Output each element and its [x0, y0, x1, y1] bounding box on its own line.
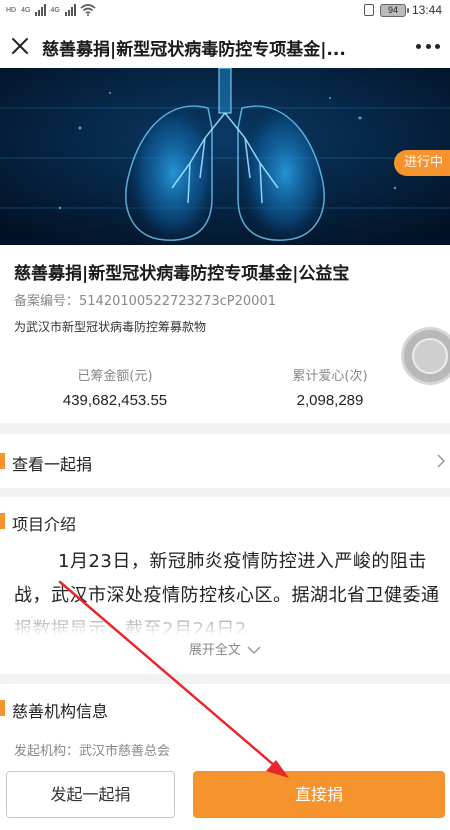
close-icon[interactable]	[10, 36, 30, 56]
registration-number: 备案编号：51420100522723273cP20001	[14, 290, 276, 309]
project-description: 为武汉市新型冠状病毒防控筹募款物	[14, 320, 207, 334]
signal-icon	[35, 4, 47, 16]
battery-icon: 94	[379, 3, 409, 17]
section-accent-bar	[0, 700, 5, 716]
network-type-1: 4G	[21, 6, 31, 14]
view-together-donate-row[interactable]: 查看一起捐	[0, 434, 450, 488]
charity-org-section: 慈善机构信息 发起机构：武汉市慈善总会	[0, 684, 450, 774]
sponsor-label: 发起机构：	[14, 744, 80, 759]
registration-value: 51420100522723273cP20001	[79, 294, 276, 309]
start-together-donate-button[interactable]: 发起一起捐	[6, 771, 175, 818]
donate-now-button[interactable]: 直接捐	[193, 771, 445, 818]
section-accent-bar	[0, 513, 5, 529]
raised-amount-stat: 已筹金额(元) 439,682,453.55	[15, 365, 215, 409]
sponsor-info: 发起机构：武汉市慈善总会	[14, 740, 170, 759]
donor-count-value: 2,098,289	[296, 392, 364, 409]
donor-count-stat: 累计爱心(次) 2,098,289	[230, 365, 430, 409]
charity-org-heading: 慈善机构信息	[12, 702, 109, 721]
view-together-donate-label: 查看一起捐	[12, 455, 93, 474]
hero-image: 进行中	[0, 68, 450, 245]
project-intro-heading: 项目介绍	[12, 515, 77, 534]
clock: 13:44	[411, 3, 442, 17]
wifi-icon	[80, 4, 96, 16]
expand-full-text-button[interactable]: 展开全文	[0, 639, 450, 658]
floating-assistive-button[interactable]	[404, 330, 450, 382]
project-info-card: 慈善募捐|新型冠状病毒防控专项基金|公益宝 备案编号：5142010052272…	[0, 245, 450, 423]
more-icon[interactable]	[416, 38, 440, 54]
raised-amount-label: 已筹金额(元)	[77, 369, 153, 384]
title-bar: 慈善募捐|新型冠状病毒防控专项基金|...	[0, 24, 450, 68]
network-type-2: 4G	[50, 6, 60, 14]
chevron-right-icon	[437, 454, 446, 468]
donor-count-label: 累计爱心(次)	[292, 369, 368, 384]
signal-indicators: HD 4G 4G	[6, 4, 96, 16]
chevron-down-icon	[247, 646, 261, 655]
raised-amount-value: 439,682,453.55	[62, 392, 168, 409]
section-accent-bar	[0, 453, 5, 469]
status-right: 94 13:44	[363, 3, 442, 17]
intro-fade-overlay	[0, 605, 450, 641]
signal-icon-2	[64, 4, 76, 16]
page-title: 慈善募捐|新型冠状病毒防控专项基金|...	[42, 40, 346, 60]
status-badge: 进行中	[394, 150, 450, 176]
status-bar: HD 4G 4G 94 13:44	[0, 0, 450, 24]
lungs-illustration	[0, 68, 450, 245]
sponsor-value: 武汉市慈善总会	[79, 744, 171, 759]
project-title: 慈善募捐|新型冠状病毒防控专项基金|公益宝	[14, 264, 350, 284]
carrier-label: HD	[6, 6, 17, 14]
expand-full-text-label: 展开全文	[188, 643, 241, 658]
registration-label: 备案编号：	[14, 294, 80, 309]
project-intro-section: 项目介绍 1月23日，新冠肺炎疫情防控进入严峻的阻击战，武汉市深处疫情防控核心区…	[0, 497, 450, 674]
bottom-action-bar: 发起一起捐 直接捐	[0, 762, 450, 830]
vibrate-icon	[363, 4, 374, 16]
